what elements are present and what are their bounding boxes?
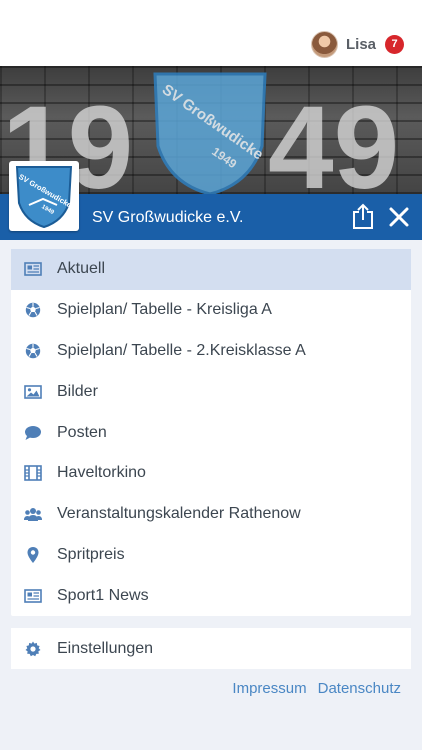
impressum-link[interactable]: Impressum (232, 680, 306, 697)
newspaper-icon (24, 260, 42, 278)
club-logo: SV Großwudicke 1949 (9, 161, 79, 231)
close-button[interactable] (387, 205, 411, 229)
menu-item-spritpreis[interactable]: Spritpreis (11, 535, 411, 576)
datenschutz-link[interactable]: Datenschutz (318, 680, 401, 697)
users-icon (24, 505, 42, 523)
menu-item-sport1-news[interactable]: Sport1 News (11, 575, 411, 616)
menu-item-label: Posten (57, 423, 107, 441)
menu-item-label: Veranstaltungskalender Rathenow (57, 505, 301, 523)
film-icon (24, 464, 42, 482)
menu-item-label: Spielplan/ Tabelle - 2.Kreisklasse A (57, 341, 306, 359)
settings-item[interactable]: Einstellungen (11, 628, 411, 669)
menu-item-bilder[interactable]: Bilder (11, 371, 411, 412)
menu-item-label: Spielplan/ Tabelle - Kreisliga A (57, 301, 272, 319)
menu-item-aktuell[interactable]: Aktuell (11, 249, 411, 290)
navigation-menu: Aktuell Spielplan/ Tabelle - Kreisliga A… (11, 249, 411, 617)
user-profile[interactable]: Lisa 7 (310, 29, 404, 59)
map-pin-icon (24, 546, 42, 564)
menu-item-haveltorkino[interactable]: Haveltorkino (11, 453, 411, 494)
menu-item-spielplan-kreisliga[interactable]: Spielplan/ Tabelle - Kreisliga A (11, 290, 411, 331)
soccer-ball-icon (24, 342, 42, 360)
notification-badge[interactable]: 7 (385, 34, 404, 54)
banner-crest: SV Großwudicke 1949 (153, 72, 267, 194)
banner-year-right: 49 (268, 82, 399, 194)
close-icon (389, 207, 409, 227)
share-button[interactable] (351, 203, 375, 229)
top-bar: Lisa 7 (0, 0, 422, 66)
menu-item-spielplan-kreisklasse[interactable]: Spielplan/ Tabelle - 2.Kreisklasse A (11, 331, 411, 372)
footer-links: Impressum Datenschutz (221, 680, 401, 697)
club-name: SV Großwudicke e.V. (92, 209, 244, 226)
share-icon (353, 203, 373, 229)
menu-item-label: Sport1 News (57, 586, 149, 604)
user-name[interactable]: Lisa (346, 36, 376, 53)
soccer-ball-icon (24, 301, 42, 319)
menu-item-label: Spritpreis (57, 545, 125, 563)
avatar[interactable] (310, 30, 338, 58)
newspaper-icon (24, 587, 42, 605)
gear-icon (24, 640, 42, 658)
menu-item-label: Haveltorkino (57, 464, 146, 482)
menu-item-label: Aktuell (57, 260, 106, 278)
menu-item-veranstaltungskalender[interactable]: Veranstaltungskalender Rathenow (11, 494, 411, 535)
image-icon (24, 383, 42, 401)
chat-bubble-icon (24, 424, 42, 442)
menu-item-label: Bilder (57, 382, 98, 400)
menu-item-posten[interactable]: Posten (11, 412, 411, 453)
settings-label: Einstellungen (57, 639, 154, 657)
